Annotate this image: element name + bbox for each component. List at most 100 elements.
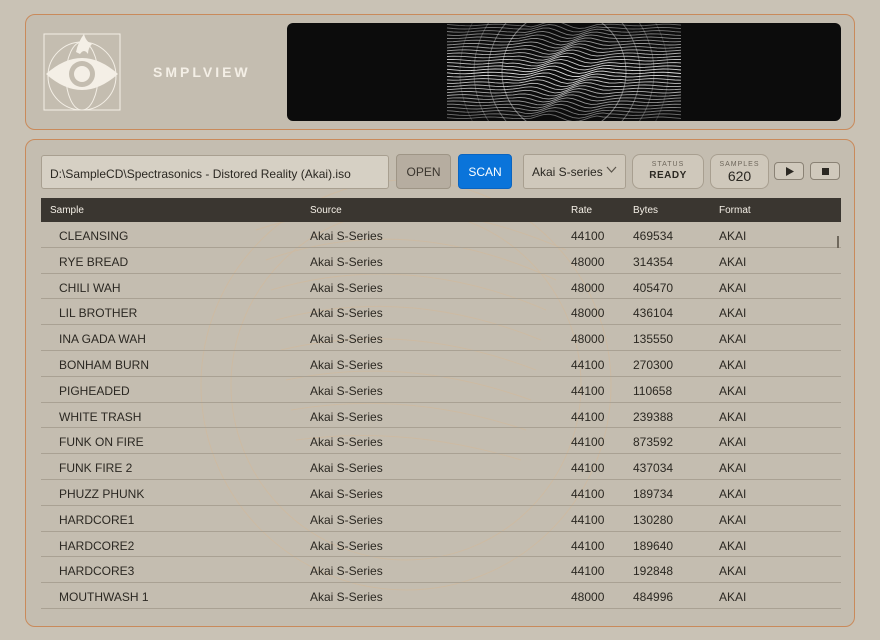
- cell-format: AKAI: [719, 306, 747, 321]
- cell-rate: 44100: [571, 564, 605, 579]
- cell-format: AKAI: [719, 538, 747, 553]
- cell-rate: 44100: [571, 461, 605, 476]
- cell-rate: 48000: [571, 306, 605, 321]
- table-row[interactable]: FUNK ON FIRE Akai S-Series 44100 873592 AKAI: [41, 428, 841, 455]
- cell-rate: 44100: [571, 383, 605, 398]
- stop-icon: [822, 168, 829, 175]
- cell-sample: BONHAM BURN: [59, 357, 150, 372]
- cell-bytes: 437034: [633, 461, 674, 476]
- cell-rate: 48000: [571, 332, 605, 347]
- col-header-sample[interactable]: Sample: [50, 205, 84, 216]
- cell-bytes: 484996: [633, 590, 674, 605]
- table-row[interactable]: LIL BROTHER Akai S-Series 48000 436104 AKAI: [41, 299, 841, 326]
- table-row[interactable]: PIGHEADED Akai S-Series 44100 110658 AKAI: [41, 377, 841, 403]
- iso-path-input[interactable]: D:\SampleCD\Spectrasonics - Distored Rea…: [41, 155, 389, 189]
- format-select-value: Akai S-series: [532, 165, 603, 179]
- cell-source: Akai S-Series: [310, 564, 383, 579]
- cell-sample: INA GADA WAH: [59, 332, 146, 347]
- cell-format: AKAI: [719, 229, 747, 243]
- cell-source: Akai S-Series: [310, 590, 383, 605]
- cell-format: AKAI: [719, 409, 747, 424]
- cell-source: Akai S-Series: [310, 254, 383, 269]
- cell-rate: 44100: [571, 409, 605, 424]
- col-header-format[interactable]: Format: [719, 205, 751, 216]
- cell-format: AKAI: [719, 254, 747, 269]
- status-indicator: STATUS READY: [632, 154, 704, 189]
- stop-button[interactable]: [810, 162, 840, 180]
- cell-bytes: 110658: [633, 383, 673, 398]
- cell-source: Akai S-Series: [310, 306, 383, 321]
- table-row[interactable]: HARDCORE3 Akai S-Series 44100 192848 AKAI: [41, 557, 841, 584]
- cell-sample: CHILI WAH: [59, 280, 121, 295]
- sample-table-body: CLEANSING Akai S-Series 44100 469534 AKAI RYE…: [41, 222, 841, 622]
- table-scrollbar[interactable]: [837, 236, 839, 248]
- cell-format: AKAI: [719, 280, 747, 295]
- play-button[interactable]: [774, 162, 804, 180]
- cell-source: Akai S-Series: [310, 409, 383, 424]
- table-row[interactable]: MOUTHWASH 1 Akai S-Series 48000 484996 AKAI: [41, 583, 841, 609]
- header-visual: [287, 23, 841, 121]
- eye-flame-logo-icon: [43, 33, 121, 111]
- cell-bytes: 130280: [633, 512, 674, 527]
- status-value: READY: [649, 170, 687, 181]
- cell-rate: 44100: [571, 435, 605, 450]
- cell-format: AKAI: [719, 357, 747, 372]
- table-row[interactable]: WHITE TRASH Akai S-Series 44100 239388 AKAI: [41, 403, 841, 429]
- table-row[interactable]: HARDCORE2 Akai S-Series 44100 189640 AKAI: [41, 532, 841, 558]
- chevron-down-icon: [606, 166, 617, 173]
- cell-rate: 44100: [571, 538, 605, 553]
- cell-source: Akai S-Series: [310, 357, 383, 372]
- col-header-rate[interactable]: Rate: [571, 205, 592, 216]
- brand-wordmark: SMPLVIEW: [153, 64, 251, 80]
- cell-format: AKAI: [719, 512, 747, 527]
- cell-sample: PIGHEADED: [59, 383, 130, 398]
- open-button[interactable]: OPEN: [396, 154, 451, 189]
- table-row[interactable]: INA GADA WAH Akai S-Series 48000 135550 AKAI: [41, 325, 841, 351]
- cell-source: Akai S-Series: [310, 486, 383, 501]
- cell-sample: HARDCORE1: [59, 512, 135, 527]
- table-row[interactable]: CHILI WAH Akai S-Series 48000 405470 AKAI: [41, 274, 841, 300]
- cell-rate: 44100: [571, 512, 605, 527]
- cell-bytes: 405470: [633, 280, 674, 295]
- cell-source: Akai S-Series: [310, 538, 383, 553]
- table-row[interactable]: BONHAM BURN Akai S-Series 44100 270300 AKAI: [41, 351, 841, 377]
- cell-sample: FUNK FIRE 2: [59, 461, 133, 476]
- cell-format: AKAI: [719, 332, 747, 347]
- cell-sample: CLEANSING: [59, 229, 129, 243]
- cell-bytes: 314354: [633, 254, 674, 269]
- cell-sample: HARDCORE3: [59, 564, 135, 579]
- samples-counter: SAMPLES 620: [710, 154, 769, 189]
- cell-bytes: 192848: [633, 564, 674, 579]
- cell-source: Akai S-Series: [310, 512, 383, 527]
- main-panel: D:\SampleCD\Spectrasonics - Distored Rea…: [25, 139, 855, 627]
- cell-format: AKAI: [719, 383, 747, 398]
- table-row[interactable]: HARDCORE1 Akai S-Series 44100 130280 AKAI: [41, 506, 841, 532]
- cell-rate: 48000: [571, 254, 605, 269]
- cell-source: Akai S-Series: [310, 332, 383, 347]
- cell-rate: 48000: [571, 590, 605, 605]
- scan-button[interactable]: SCAN: [458, 154, 512, 189]
- cell-format: AKAI: [719, 486, 747, 501]
- cell-bytes: 873592: [633, 435, 674, 450]
- status-label: STATUS: [651, 161, 685, 168]
- cell-sample: LIL BROTHER: [59, 306, 138, 321]
- format-select[interactable]: Akai S-series: [523, 154, 626, 189]
- cell-bytes: 239388: [633, 409, 674, 424]
- col-header-bytes[interactable]: Bytes: [633, 205, 658, 216]
- cell-sample: RYE BREAD: [59, 254, 129, 269]
- cell-rate: 44100: [571, 229, 605, 243]
- col-header-source[interactable]: Source: [310, 205, 342, 216]
- cell-sample: WHITE TRASH: [59, 409, 142, 424]
- cell-sample: PHUZZ PHUNK: [59, 486, 145, 501]
- cell-source: Akai S-Series: [310, 461, 383, 476]
- cell-rate: 44100: [571, 357, 605, 372]
- table-row[interactable]: RYE BREAD Akai S-Series 48000 314354 AKAI: [41, 248, 841, 274]
- table-row[interactable]: FUNK FIRE 2 Akai S-Series 44100 437034 AKAI: [41, 454, 841, 480]
- cell-bytes: 436104: [633, 306, 674, 321]
- samples-count: 620: [727, 168, 752, 184]
- samples-label: SAMPLES: [719, 161, 760, 168]
- cell-bytes: 135550: [633, 332, 674, 347]
- cell-rate: 48000: [571, 280, 605, 295]
- table-row[interactable]: PHUZZ PHUNK Akai S-Series 44100 189734 AKAI: [41, 480, 841, 506]
- table-row[interactable]: CLEANSING Akai S-Series 44100 469534 AKAI: [41, 222, 841, 248]
